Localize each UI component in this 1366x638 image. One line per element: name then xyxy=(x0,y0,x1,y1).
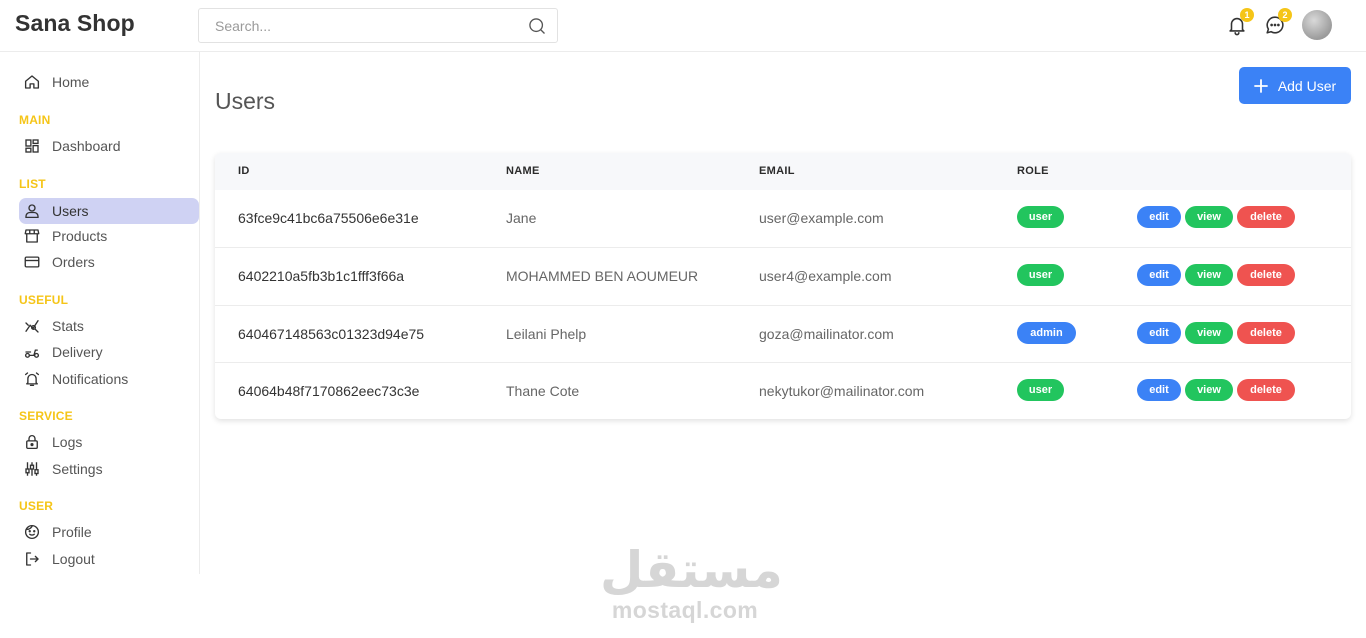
watermark-latin: mostaql.com xyxy=(611,597,759,623)
column-header-role[interactable]: ROLE xyxy=(1017,165,1049,177)
stats-icon xyxy=(25,320,39,333)
sidebar-item-label: Settings xyxy=(52,461,103,477)
sidebar-section-service: SERVICE xyxy=(19,409,73,423)
sidebar-item-dashboard[interactable]: Dashboard xyxy=(19,133,199,159)
plus-icon xyxy=(1253,78,1268,93)
cell-email: user@example.com xyxy=(759,210,884,226)
cell-id: 640467148563c01323d94e75 xyxy=(238,325,425,342)
sidebar-item-users[interactable]: Users xyxy=(19,198,199,224)
sidebar-item-notifications[interactable]: Notifications xyxy=(19,366,199,392)
sidebar-item-label: Notifications xyxy=(52,371,129,387)
sidebar-item-home[interactable]: Home xyxy=(19,69,199,95)
column-header-id[interactable]: ID xyxy=(238,165,250,177)
delete-button[interactable]: delete xyxy=(1237,321,1295,344)
add-user-label: Add User xyxy=(1277,77,1337,94)
watermark-arabic: مستقل xyxy=(600,541,783,599)
sidebar: Home MAIN Dashboard LIST Users Products … xyxy=(0,52,200,574)
view-button[interactable]: view xyxy=(1185,206,1233,228)
table-row: 640467148563c01323d94e75 Leilani Phelp goz… xyxy=(215,304,1351,362)
messages-badge: 2 xyxy=(1278,8,1292,22)
credit-card-icon xyxy=(24,256,40,268)
cell-email: goza@mailinator.com xyxy=(759,325,894,342)
notifications-badge: 1 xyxy=(1240,8,1254,22)
sidebar-item-label: Profile xyxy=(52,524,92,540)
sidebar-item-label: Logs xyxy=(52,434,83,450)
users-icon xyxy=(25,204,39,219)
view-button[interactable]: view xyxy=(1185,378,1233,401)
messages-button[interactable]: 2 xyxy=(1264,8,1292,36)
table-row: 63fce9c41bc6a75506e6e31e Jane user@example… xyxy=(215,190,1351,247)
sidebar-item-label: Orders xyxy=(52,254,95,270)
add-user-button[interactable]: Add User xyxy=(1239,67,1351,104)
sidebar-item-label: Delivery xyxy=(52,344,103,360)
cell-email: nekytukor@mailinator.com xyxy=(759,382,925,399)
home-icon xyxy=(24,75,40,89)
sidebar-item-label: Home xyxy=(52,74,90,90)
column-header-email[interactable]: EMAIL xyxy=(759,165,795,177)
sidebar-item-logs[interactable]: Logs xyxy=(19,429,199,455)
alarm-bell-icon xyxy=(24,372,40,387)
cell-id: 6402210a5fb3b1c1fff3f66a xyxy=(238,268,405,285)
table-header: ID NAME EMAIL ROLE xyxy=(215,153,1351,190)
sidebar-item-orders[interactable]: Orders xyxy=(19,249,199,275)
sidebar-item-profile[interactable]: Profile xyxy=(19,519,199,545)
delete-button[interactable]: delete xyxy=(1237,378,1295,401)
watermark: مستقل mostaql.com xyxy=(600,541,783,623)
sidebar-item-label: Products xyxy=(52,228,108,244)
sidebar-item-label: Logout xyxy=(52,551,95,567)
delete-button[interactable]: delete xyxy=(1237,206,1295,228)
sidebar-item-label: Dashboard xyxy=(52,138,121,154)
search-icon[interactable] xyxy=(527,16,547,36)
sliders-icon xyxy=(25,462,39,476)
scooter-icon xyxy=(24,349,40,358)
sidebar-item-settings[interactable]: Settings xyxy=(19,456,199,482)
role-badge: admin xyxy=(1017,321,1076,344)
search-input[interactable] xyxy=(199,9,499,42)
page-title: Users xyxy=(215,88,276,114)
cell-email: user4@example.com xyxy=(759,268,892,285)
edit-button[interactable]: edit xyxy=(1137,206,1181,228)
edit-button[interactable]: edit xyxy=(1137,321,1181,344)
edit-button[interactable]: edit xyxy=(1137,264,1181,287)
sidebar-item-products[interactable]: Products xyxy=(19,223,199,249)
table-row: 64064b48f7170862eec73c3e Thane Cote nekytu… xyxy=(215,361,1351,419)
users-table: ID NAME EMAIL ROLE 63fce9c41bc6a75506e6e… xyxy=(215,153,1351,419)
avatar[interactable] xyxy=(1302,10,1332,40)
edit-button[interactable]: edit xyxy=(1137,378,1181,401)
column-header-name[interactable]: NAME xyxy=(506,165,540,177)
sidebar-item-stats[interactable]: Stats xyxy=(19,313,199,339)
cell-id: 63fce9c41bc6a75506e6e31e xyxy=(238,210,419,226)
view-button[interactable]: view xyxy=(1185,321,1233,344)
sidebar-section-user: USER xyxy=(19,499,54,513)
logout-icon xyxy=(26,552,39,566)
notifications-button[interactable]: 1 xyxy=(1226,8,1254,36)
cell-name: MOHAMMED BEN AOUMEUR xyxy=(506,268,699,285)
sidebar-item-label: Users xyxy=(52,203,89,219)
sidebar-item-label: Stats xyxy=(52,318,84,334)
role-badge: user xyxy=(1017,206,1064,228)
cell-name: Thane Cote xyxy=(506,382,580,399)
role-badge: user xyxy=(1017,264,1064,287)
app-logo[interactable]: Sana Shop xyxy=(15,10,135,37)
sidebar-section-useful: USEFUL xyxy=(19,293,69,307)
lock-icon xyxy=(26,435,38,450)
sidebar-section-list: LIST xyxy=(19,177,46,191)
view-button[interactable]: view xyxy=(1185,264,1233,287)
sidebar-item-logout[interactable]: Logout xyxy=(19,546,199,572)
top-bar: Sana Shop 1 2 xyxy=(0,0,1366,52)
cell-name: Leilani Phelp xyxy=(506,325,587,342)
store-icon xyxy=(24,229,40,243)
cell-id: 64064b48f7170862eec73c3e xyxy=(238,382,420,399)
sidebar-item-delivery[interactable]: Delivery xyxy=(19,339,199,365)
face-icon xyxy=(24,524,40,540)
table-row: 6402210a5fb3b1c1fff3f66a MOHAMMED BEN AOU… xyxy=(215,247,1351,304)
dashboard-icon xyxy=(25,139,39,153)
delete-button[interactable]: delete xyxy=(1237,264,1295,287)
role-badge: user xyxy=(1017,378,1064,401)
search-box[interactable] xyxy=(198,8,558,43)
sidebar-section-main: MAIN xyxy=(19,113,51,127)
cell-name: Jane xyxy=(506,210,537,226)
